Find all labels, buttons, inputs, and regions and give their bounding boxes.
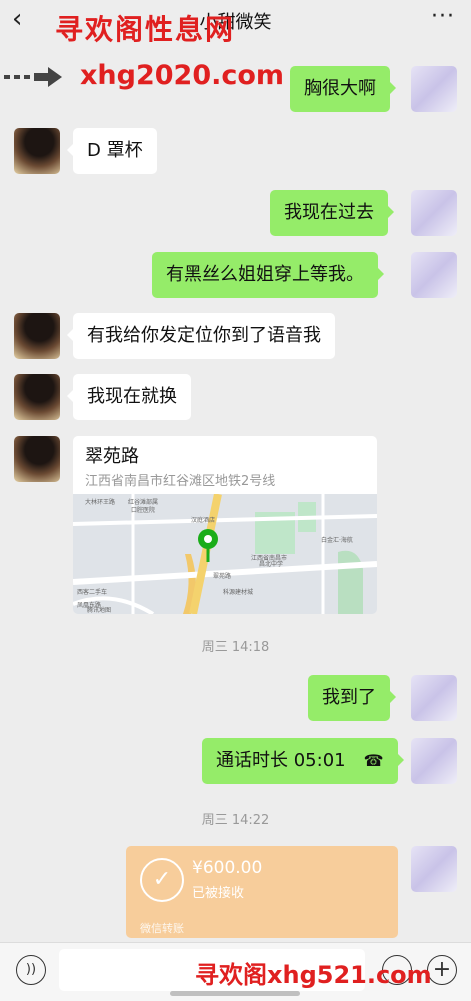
map-label: 科源建材城 — [223, 588, 253, 596]
location-address: 江西省南昌市红谷滩区地铁2号线 — [85, 474, 276, 489]
watermark-top: 寻欢阁性息网 — [55, 13, 236, 46]
message-bubble-self[interactable]: 有黑丝么姐姐穿上等我。 — [152, 252, 384, 298]
avatar-other[interactable] — [14, 313, 60, 359]
watermark-mid: xhg2020.com — [80, 60, 285, 91]
avatar-self[interactable] — [411, 190, 457, 236]
avatar-self[interactable] — [411, 846, 457, 892]
map-label: 昌北中学 — [259, 560, 283, 568]
message-bubble-other[interactable]: 我现在就换 — [67, 374, 191, 420]
transfer-card[interactable]: ✓ ¥600.00 已被接收 微信转账 — [126, 846, 398, 938]
call-record-bubble[interactable]: 通话时长 05:01 ☎ — [202, 738, 404, 784]
avatar-other[interactable] — [14, 128, 60, 174]
location-card[interactable]: 翠苑路 江西省南昌市红谷滩区地铁2号线 大林环王路 红谷滩部属 口腔医院 汉庭酒… — [73, 436, 377, 614]
map-label: 红谷滩部属 — [128, 498, 158, 506]
map-label: 腾讯地图 — [87, 606, 111, 614]
voice-icon[interactable]: )) — [16, 955, 46, 985]
transfer-brand: 微信转账 — [140, 922, 184, 935]
top-bar: ‹ 小甜微笑 ··· 寻欢阁性息网 — [0, 0, 471, 46]
transfer-amount: ¥600.00 — [192, 858, 263, 878]
home-indicator — [170, 991, 300, 996]
timestamp: 周三 14:18 — [201, 640, 270, 655]
message-bubble-other[interactable]: D 罩杯 — [67, 128, 157, 174]
arrow-watermark-icon — [4, 67, 62, 87]
map-label: 大林环王路 — [85, 498, 115, 506]
avatar-other[interactable] — [14, 436, 60, 482]
location-name: 翠苑路 — [85, 446, 139, 467]
location-map[interactable]: 大林环王路 红谷滩部属 口腔医院 汉庭酒店 江西省南昌市 昌北中学 翠苑路 科源… — [73, 494, 377, 614]
more-icon[interactable]: ··· — [431, 4, 455, 29]
avatar-self[interactable] — [411, 66, 457, 112]
avatar-other[interactable] — [14, 374, 60, 420]
message-bubble-self[interactable]: 我现在过去 — [270, 190, 394, 236]
watermark-bottom: 寻欢阁xhg521.com — [195, 961, 432, 989]
map-label: 西客二手车 — [77, 588, 107, 596]
map-label: 翠苑路 — [213, 572, 231, 580]
map-label: 口腔医院 — [131, 506, 155, 514]
avatar-self[interactable] — [411, 738, 457, 784]
timestamp: 周三 14:22 — [201, 813, 270, 828]
message-bubble-self[interactable]: 我到了 — [308, 675, 396, 721]
check-icon: ✓ — [140, 858, 184, 902]
map-label: 白金汇·海航 — [321, 536, 353, 544]
transfer-status: 已被接收 — [192, 886, 245, 901]
map-label: 汉庭酒店 — [191, 516, 215, 524]
message-bubble-self[interactable]: 胸很大啊 — [290, 66, 396, 112]
call-duration-text: 通话时长 05:01 — [216, 750, 346, 771]
avatar-self[interactable] — [411, 675, 457, 721]
phone-hangup-icon: ☎ — [363, 751, 384, 770]
avatar-self[interactable] — [411, 252, 457, 298]
message-bubble-other[interactable]: 有我给你发定位你到了语音我 — [67, 313, 335, 359]
